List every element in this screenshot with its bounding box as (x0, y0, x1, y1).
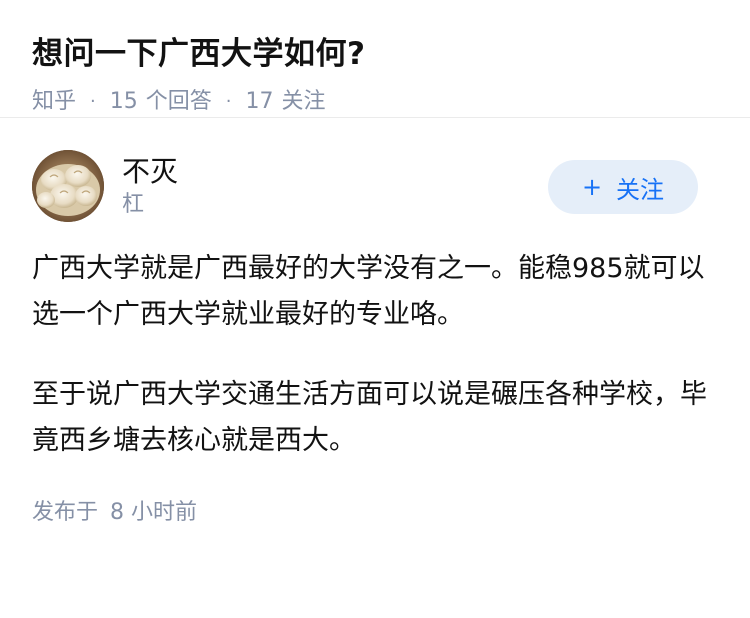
question-title[interactable]: 想问一下广西大学如何? (32, 32, 718, 76)
author-info: 不灭 杠 (122, 153, 178, 219)
follow-count-label[interactable]: 关注 (282, 86, 326, 118)
time-prefix: 发布于 (32, 500, 99, 525)
food-avatar-icon (32, 150, 104, 222)
answer-time: 发布于 8 小时前 (32, 498, 718, 528)
answer-count: 15 (109, 89, 138, 114)
follow-count: 17 (245, 89, 274, 114)
time-value: 8 小时前 (110, 500, 198, 525)
answer-paragraph: 广西大学就是广西最好的大学没有之一。能稳985就可以选一个广西大学就业最好的专业… (32, 253, 705, 330)
question-header: 想问一下广西大学如何? 知乎 · 15 个回答 · 17 关注 (0, 0, 750, 118)
follow-button[interactable]: + 关注 (548, 160, 698, 214)
author-name[interactable]: 不灭 (122, 153, 178, 191)
question-meta: 知乎 · 15 个回答 · 17 关注 (32, 86, 718, 118)
author-headline: 杠 (122, 192, 145, 217)
meta-separator: · (90, 91, 96, 112)
avatar[interactable] (32, 150, 104, 222)
answer-card: 不灭 杠 + 关注 广西大学就是广西最好的大学没有之一。能稳985就可以选一个广… (0, 118, 750, 528)
source-label[interactable]: 知乎 (32, 86, 76, 118)
answer-content[interactable]: 广西大学就是广西最好的大学没有之一。能稳985就可以选一个广西大学就业最好的专业… (32, 246, 718, 464)
follow-button-label: 关注 (616, 175, 665, 204)
answer-count-label[interactable]: 个回答 (146, 86, 212, 118)
author-row: 不灭 杠 + 关注 (32, 150, 718, 222)
zhihu-question-page: 想问一下广西大学如何? 知乎 · 15 个回答 · 17 关注 不灭 杠 + 关… (0, 0, 750, 618)
answer-paragraph: 至于说广西大学交通生活方面可以说是碾压各种学校，毕竟西乡塘去核心就是西大。 (32, 379, 707, 456)
meta-separator: · (225, 91, 232, 112)
plus-icon: + (581, 173, 603, 201)
